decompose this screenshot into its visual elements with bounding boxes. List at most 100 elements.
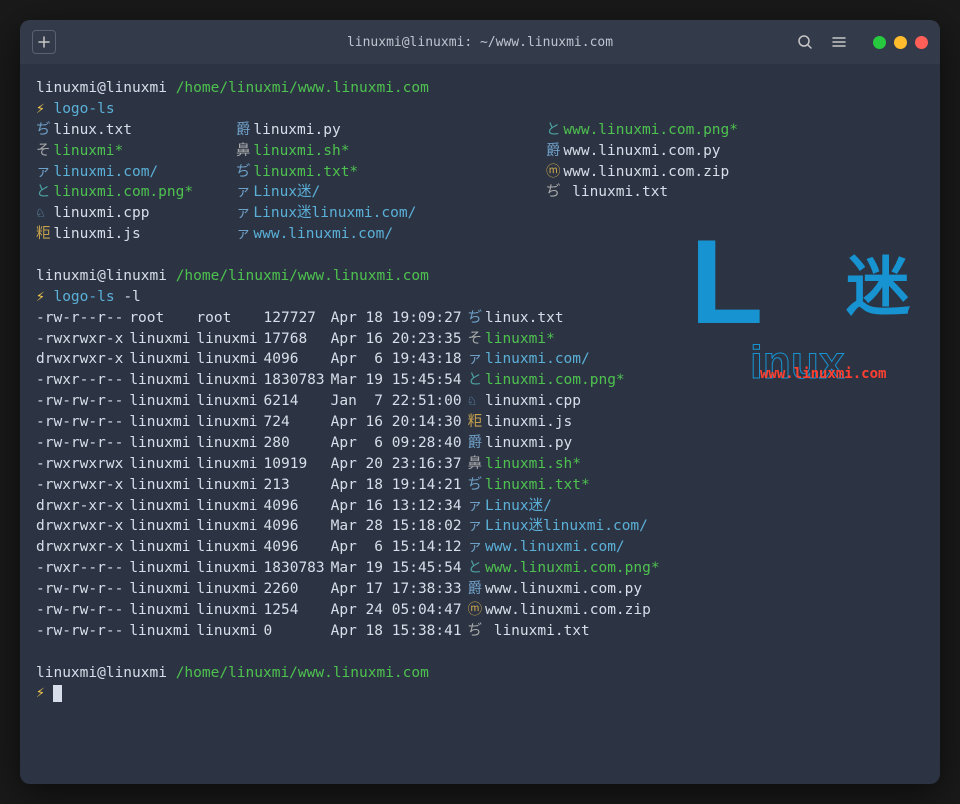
table-row: -rwxr--r--linuxmilinuxmi1830783Mar 19 15…	[36, 558, 666, 579]
terminal-body[interactable]: L 迷 inux www.linuxmi.com linuxmi@linuxmi…	[20, 64, 940, 784]
file-icon: 爵	[236, 120, 253, 141]
group: linuxmi	[196, 579, 263, 600]
file-cell: ァLinux迷linuxmi.com/	[468, 516, 666, 537]
logo-rest: inux	[750, 329, 845, 395]
command-line: ⚡	[36, 683, 924, 704]
file-name: linuxmi.js	[53, 226, 140, 242]
file-name: linuxmi.com/	[53, 164, 158, 180]
table-row: -rwxrwxrwxlinuxmilinuxmi10919Apr 20 23:1…	[36, 454, 666, 475]
terminal-window: linuxmi@linuxmi: ~/www.linuxmi.com L 迷 i…	[20, 20, 940, 784]
file-icon: 爵	[546, 141, 563, 162]
search-icon[interactable]	[795, 32, 815, 52]
file-icon: ァ	[236, 203, 253, 224]
ls-item: ァLinux迷linuxmi.com/	[236, 203, 546, 224]
table-row: -rw-rw-r--linuxmilinuxmi2260Apr 17 17:38…	[36, 579, 666, 600]
date: Mar 19 15:45:54	[331, 370, 468, 391]
file-name: www.linuxmi.com.zip	[485, 602, 651, 618]
new-tab-button[interactable]	[32, 30, 56, 54]
group: linuxmi	[196, 475, 263, 496]
ls-item: 鼻linuxmi.sh*	[236, 141, 546, 162]
perm: -rw-rw-r--	[36, 433, 129, 454]
file-name: linuxmi.js	[485, 414, 572, 430]
file-icon: ァ	[36, 162, 53, 183]
perm: -rwxrwxr-x	[36, 329, 129, 350]
menu-icon[interactable]	[829, 32, 849, 52]
file-name: linuxmi.txt	[563, 184, 668, 200]
group: linuxmi	[196, 412, 263, 433]
table-row: -rwxr--r--linuxmilinuxmi1830783Mar 19 15…	[36, 370, 666, 391]
file-cell: ぢlinuxmi.txt*	[468, 475, 666, 496]
owner: linuxmi	[129, 600, 196, 621]
owner: linuxmi	[129, 558, 196, 579]
ls-item: ぢlinux.txt	[36, 120, 236, 141]
file-icon: ァ	[468, 537, 485, 558]
owner: linuxmi	[129, 391, 196, 412]
size: 2260	[264, 579, 331, 600]
group: linuxmi	[196, 433, 263, 454]
command-line: ⚡ logo-ls -l	[36, 287, 924, 308]
prompt-line: linuxmi@linuxmi /home/linuxmi/www.linuxm…	[36, 663, 924, 684]
owner: root	[129, 308, 196, 329]
date: Apr 18 19:09:27	[331, 308, 468, 329]
file-icon: と	[468, 370, 485, 391]
perm: -rw-r--r--	[36, 308, 129, 329]
file-icon: と	[546, 120, 563, 141]
file-icon: 爵	[468, 579, 485, 600]
perm: -rw-rw-r--	[36, 621, 129, 642]
size: 0	[264, 621, 331, 642]
group: linuxmi	[196, 600, 263, 621]
size: 1254	[264, 600, 331, 621]
group: linuxmi	[196, 558, 263, 579]
owner: linuxmi	[129, 496, 196, 517]
file-name: www.linuxmi.com/	[485, 539, 625, 555]
ls-item	[546, 224, 924, 245]
file-cell: ぢ linuxmi.txt	[468, 621, 666, 642]
ls-item: ⓜwww.linuxmi.com.zip	[546, 162, 924, 183]
file-icon: と	[468, 558, 485, 579]
size: 6214	[264, 391, 331, 412]
command-line: ⚡ logo-ls	[36, 99, 924, 120]
table-row: -rw-rw-r--linuxmilinuxmi6214Jan 7 22:51:…	[36, 391, 666, 412]
size: 724	[264, 412, 331, 433]
owner: linuxmi	[129, 516, 196, 537]
perm: drwxr-xr-x	[36, 496, 129, 517]
size: 10919	[264, 454, 331, 475]
window-title: linuxmi@linuxmi: ~/www.linuxmi.com	[347, 35, 613, 50]
size: 4096	[264, 537, 331, 558]
file-cell: ⓜwww.linuxmi.com.zip	[468, 600, 666, 621]
group: linuxmi	[196, 391, 263, 412]
file-icon: と	[36, 182, 53, 203]
file-cell: とwww.linuxmi.com.png*	[468, 558, 666, 579]
file-cell: 粔linuxmi.js	[468, 412, 666, 433]
file-name: linuxmi.cpp	[485, 393, 581, 409]
date: Apr 16 20:14:30	[331, 412, 468, 433]
file-name: linuxmi.py	[485, 435, 572, 451]
maximize-button[interactable]	[894, 36, 907, 49]
close-button[interactable]	[915, 36, 928, 49]
ls-item: 粔linuxmi.js	[36, 224, 236, 245]
group: linuxmi	[196, 496, 263, 517]
file-icon: 粔	[36, 224, 53, 245]
file-name: linux.txt	[53, 122, 132, 138]
file-name: www.linuxmi.com.py	[563, 143, 720, 159]
size: 280	[264, 433, 331, 454]
file-name: www.linuxmi.com/	[253, 226, 393, 242]
date: Jan 7 22:51:00	[331, 391, 468, 412]
file-name: linuxmi.py	[253, 122, 340, 138]
cursor	[53, 685, 62, 702]
owner: linuxmi	[129, 370, 196, 391]
table-row: -rw-r--r--rootroot127727Apr 18 19:09:27ぢ…	[36, 308, 666, 329]
ls-item	[546, 203, 924, 224]
date: Apr 6 15:14:12	[331, 537, 468, 558]
ls-item: 爵linuxmi.py	[236, 120, 546, 141]
minimize-button[interactable]	[873, 36, 886, 49]
file-icon: ァ	[468, 516, 485, 537]
perm: drwxrwxr-x	[36, 349, 129, 370]
date: Mar 28 15:18:02	[331, 516, 468, 537]
date: Apr 6 19:43:18	[331, 349, 468, 370]
file-name: linuxmi.sh*	[485, 456, 581, 472]
file-icon: 鼻	[468, 454, 485, 475]
table-row: drwxr-xr-xlinuxmilinuxmi4096Apr 16 13:12…	[36, 496, 666, 517]
file-cell: ァLinux迷/	[468, 496, 666, 517]
prompt-line: linuxmi@linuxmi /home/linuxmi/www.linuxm…	[36, 78, 924, 99]
